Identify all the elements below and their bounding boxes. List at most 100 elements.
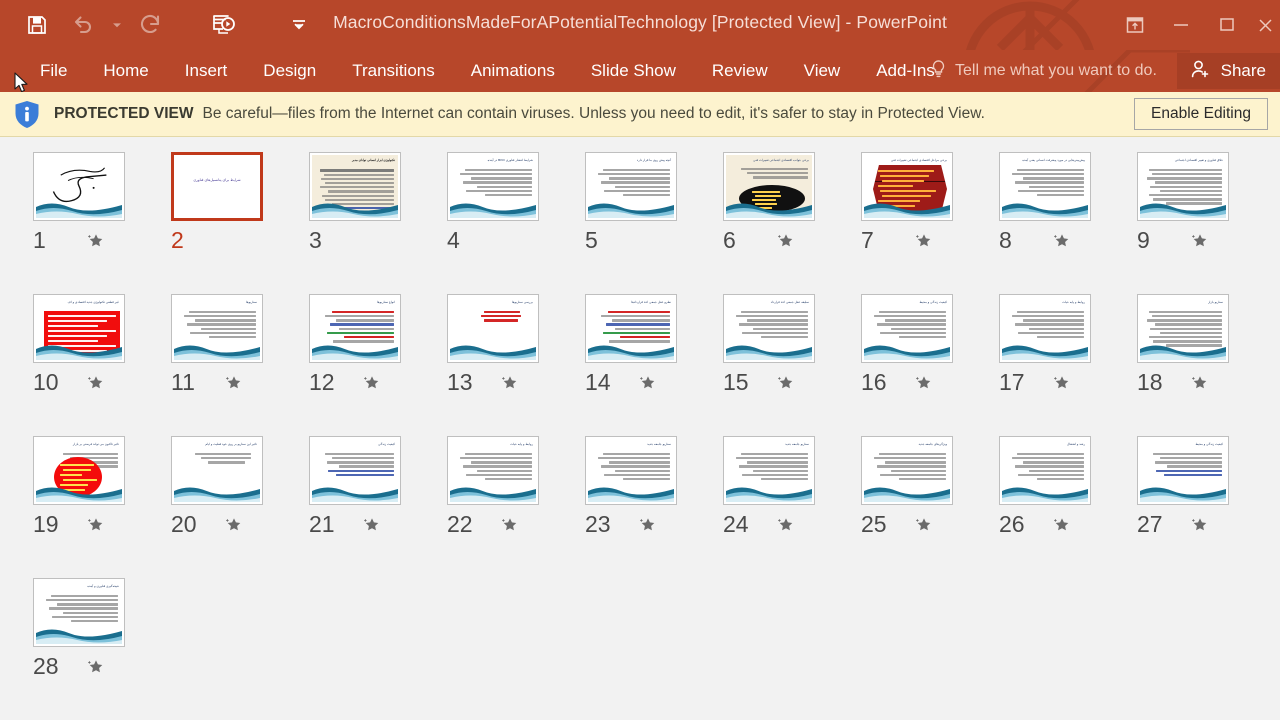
animation-star-icon[interactable] xyxy=(86,657,106,677)
animation-star-icon[interactable] xyxy=(914,231,934,251)
slide-thumbnail[interactable]: نظرو عقل جمعی اخذ قراردادها xyxy=(585,294,677,363)
slide-thumbnail[interactable]: تکنولوژی ابزار انسانی توانای مدبر xyxy=(309,152,401,221)
animation-star-icon[interactable] xyxy=(638,373,658,393)
animation-star-icon[interactable] xyxy=(1052,373,1072,393)
animation-star-icon[interactable] xyxy=(224,515,244,535)
tab-transitions[interactable]: Transitions xyxy=(334,50,453,92)
thumb-text-line xyxy=(612,319,670,322)
slide-thumbnail-cell[interactable]: تکنولوژی ابزار انسانی توانای مدبر 3 xyxy=(294,147,432,289)
slide-thumbnail[interactable]: روابط و پایه حیات xyxy=(999,294,1091,363)
thumb-text-line xyxy=(323,173,394,176)
slide-thumbnail[interactable]: سناریوها xyxy=(171,294,263,363)
slide-thumbnail[interactable]: سناریو جامعه جدید xyxy=(585,436,677,505)
animation-star-icon[interactable] xyxy=(776,231,796,251)
tell-me-search[interactable]: Tell me what you want to do. xyxy=(930,50,1157,92)
tab-view[interactable]: View xyxy=(786,50,859,92)
slide-thumbnail[interactable]: سناریو جامعه جدید xyxy=(723,436,815,505)
slide-thumbnail-selected[interactable]: شرایط برای پتانسیل‌های فناوری xyxy=(171,152,263,221)
animation-star-icon[interactable] xyxy=(500,515,520,535)
slide-thumbnail[interactable]: پیش‌بینی‌هایی در مورد پیشرفت انسانی یعنی… xyxy=(999,152,1091,221)
animation-star-icon[interactable] xyxy=(500,373,520,393)
slide-thumbnail[interactable]: آنچه پیش روی ما قرار دارد xyxy=(585,152,677,221)
slide-thumbnail-cell[interactable]: سلیقه عقل جمعی اخذ قرارداد 15 xyxy=(708,289,846,431)
enable-editing-button[interactable]: Enable Editing xyxy=(1134,98,1268,130)
animation-star-icon[interactable] xyxy=(362,515,382,535)
slide-thumbnail-cell[interactable]: تاثیر این سناریو بر روی خود فعلیت و ایام… xyxy=(156,431,294,573)
slide-thumbnail[interactable]: کیفیت زندگی و محیط xyxy=(861,294,953,363)
animation-star-icon[interactable] xyxy=(1190,373,1210,393)
tab-insert[interactable]: Insert xyxy=(167,50,246,92)
slide-thumbnail[interactable]: شرایط انتشار فناوری BKD در آینده xyxy=(447,152,539,221)
animation-star-icon[interactable] xyxy=(86,373,106,393)
slide-thumbnail[interactable]: تاثیر تاکنون می تواند فرصتی بر بازار xyxy=(33,436,125,505)
slide-thumbnail-cell[interactable]: کیفیت زندگی 21 xyxy=(294,431,432,573)
slide-thumbnail-cell[interactable]: رشد و اشتغال 26 xyxy=(984,431,1122,573)
ribbon-display-options-icon[interactable] xyxy=(1112,4,1158,46)
restore-icon[interactable] xyxy=(1204,4,1250,46)
slide-thumbnail[interactable]: نتیجه‌گیری فناوری و آینده xyxy=(33,578,125,647)
animation-star-icon[interactable] xyxy=(1052,515,1072,535)
slide-thumbnail-cell[interactable]: کیفیت زندگی و محیط 27 xyxy=(1122,431,1260,573)
animation-star-icon[interactable] xyxy=(86,231,106,251)
slide-thumbnail-cell[interactable]: ویژگی‌های جامعه جدید 25 xyxy=(846,431,984,573)
slide-thumbnail-cell[interactable]: برخی جوانب اقتصادی اجتماعی تغییرات فنی 6 xyxy=(708,147,846,289)
slide-thumbnail-cell[interactable]: سناریو بازار 18 xyxy=(1122,289,1260,431)
slide-thumbnail-cell[interactable]: تاثیر تاکنون می تواند فرصتی بر بازار 19 xyxy=(18,431,156,573)
animation-star-icon[interactable] xyxy=(914,373,934,393)
animation-star-icon[interactable] xyxy=(776,515,796,535)
slide-thumbnail[interactable]: سلیقه عقل جمعی اخذ قرارداد xyxy=(723,294,815,363)
animation-star-icon[interactable] xyxy=(914,515,934,535)
animation-star-icon[interactable] xyxy=(638,515,658,535)
animation-star-icon[interactable] xyxy=(1190,231,1210,251)
animation-star-icon[interactable] xyxy=(1052,231,1072,251)
slide-thumbnail-cell[interactable]: برخی مراحل اقتصادی اجتماعی تغییرات فنی 7 xyxy=(846,147,984,289)
close-icon[interactable] xyxy=(1250,4,1280,46)
slide-thumbnail[interactable]: کیفیت زندگی و محیط xyxy=(1137,436,1229,505)
slide-thumbnail-cell[interactable]: آنچه پیش روی ما قرار دارد 5 xyxy=(570,147,708,289)
share-button[interactable]: Share xyxy=(1176,53,1280,89)
slide-thumbnail-cell[interactable]: شرایط انتشار فناوری BKD در آینده 4 xyxy=(432,147,570,289)
slide-thumbnail-cell[interactable]: سناریو جامعه جدید 24 xyxy=(708,431,846,573)
slide-thumbnail-cell[interactable]: انواع سناریوها 12 xyxy=(294,289,432,431)
slide-thumbnail[interactable]: انواع سناریوها xyxy=(309,294,401,363)
slide-thumbnail-cell[interactable]: خلاق فناوری و تغییر اقتصادی اجتماعی 9 xyxy=(1122,147,1260,289)
minimize-icon[interactable] xyxy=(1158,4,1204,46)
slide-thumbnail-cell[interactable]: سناریو جامعه جدید 23 xyxy=(570,431,708,573)
animation-star-icon[interactable] xyxy=(224,373,244,393)
slide-thumbnail[interactable]: کیفیت زندگی xyxy=(309,436,401,505)
tab-review[interactable]: Review xyxy=(694,50,786,92)
animation-star-icon[interactable] xyxy=(86,515,106,535)
slide-thumbnail[interactable]: ویژگی‌های جامعه جدید xyxy=(861,436,953,505)
slide-thumbnail[interactable]: خلاق فناوری و تغییر اقتصادی اجتماعی xyxy=(1137,152,1229,221)
slide-thumbnail[interactable]: غیر قطعی تکنولوژی جدید اقتصادی و اف xyxy=(33,294,125,363)
slide-thumbnail-cell[interactable]: پیش‌بینی‌هایی در مورد پیشرفت انسانی یعنی… xyxy=(984,147,1122,289)
tab-slide-show[interactable]: Slide Show xyxy=(573,50,694,92)
ribbon-tab-bar: File Home Insert Design Transitions Anim… xyxy=(0,50,1280,92)
slide-thumbnail[interactable] xyxy=(33,152,125,221)
tab-design[interactable]: Design xyxy=(245,50,334,92)
slide-thumbnail-cell[interactable]: شرایط برای پتانسیل‌های فناوری 2 xyxy=(156,147,294,289)
slide-sorter-pane[interactable]: 1 شرایط برای پتانسیل‌های فناوری 2 تکنولو… xyxy=(0,137,1280,720)
slide-thumbnail[interactable]: برخی مراحل اقتصادی اجتماعی تغییرات فنی xyxy=(861,152,953,221)
slide-thumbnail[interactable]: تاثیر این سناریو بر روی خود فعلیت و ایام xyxy=(171,436,263,505)
slide-thumbnail-cell[interactable]: نتیجه‌گیری فناوری و آینده 28 xyxy=(18,573,156,715)
slide-thumbnail-cell[interactable]: غیر قطعی تکنولوژی جدید اقتصادی و اف 10 xyxy=(18,289,156,431)
slide-thumbnail-cell[interactable]: کیفیت زندگی و محیط 16 xyxy=(846,289,984,431)
animation-star-icon[interactable] xyxy=(362,373,382,393)
animation-star-icon[interactable] xyxy=(1190,515,1210,535)
slide-thumbnail[interactable]: برخی جوانب اقتصادی اجتماعی تغییرات فنی xyxy=(723,152,815,221)
slide-thumbnail-cell[interactable]: 1 xyxy=(18,147,156,289)
slide-thumbnail-cell[interactable]: بررسی سناریوها 13 xyxy=(432,289,570,431)
slide-thumbnail-cell[interactable]: نظرو عقل جمعی اخذ قراردادها 14 xyxy=(570,289,708,431)
tab-animations[interactable]: Animations xyxy=(453,50,573,92)
slide-thumbnail-cell[interactable]: روابط و پایه حیات 17 xyxy=(984,289,1122,431)
slide-thumbnail-cell[interactable]: روابط و پایه حیات 22 xyxy=(432,431,570,573)
slide-thumbnail[interactable]: روابط و پایه حیات xyxy=(447,436,539,505)
animation-star-icon[interactable] xyxy=(776,373,796,393)
tab-file[interactable]: File xyxy=(22,50,85,92)
tab-home[interactable]: Home xyxy=(85,50,166,92)
slide-thumbnail[interactable]: سناریو بازار xyxy=(1137,294,1229,363)
slide-thumbnail[interactable]: رشد و اشتغال xyxy=(999,436,1091,505)
slide-thumbnail[interactable]: بررسی سناریوها xyxy=(447,294,539,363)
slide-thumbnail-cell[interactable]: سناریوها 11 xyxy=(156,289,294,431)
